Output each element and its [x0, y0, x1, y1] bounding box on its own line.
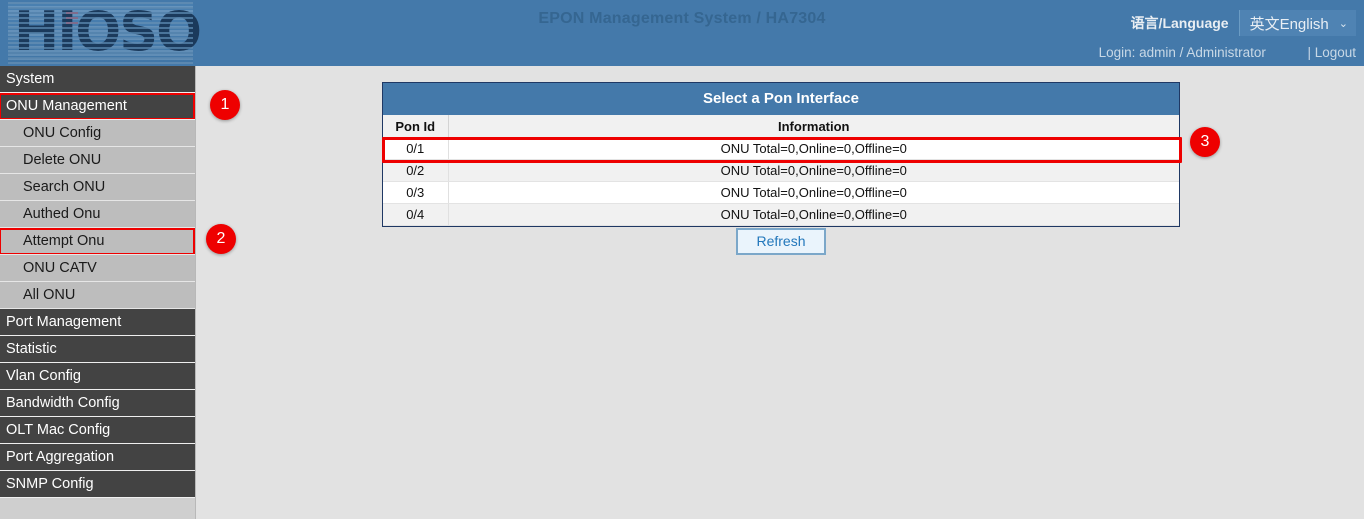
sidebar-item-label: ONU Config	[23, 125, 101, 141]
sidebar-item-label: Statistic	[6, 341, 57, 357]
app-header: HIOSO EPON Management System / HA7304 语言…	[0, 0, 1364, 66]
chevron-down-icon: ⌄	[1339, 17, 1348, 30]
sidebar-item-port-management[interactable]: Port Management	[0, 309, 195, 336]
login-status-bar: Login: admin / Administrator | Logout	[0, 40, 1364, 66]
column-header-pon-id: Pon Id	[383, 115, 448, 138]
sidebar-item-label: ONU Management	[6, 98, 127, 114]
cell-pon-id[interactable]: 0/4	[383, 204, 448, 226]
annotation-badge-3: 3	[1190, 127, 1220, 157]
sidebar-item-label: All ONU	[23, 287, 75, 303]
sidebar-item-vlan-config[interactable]: Vlan Config	[0, 363, 195, 390]
sidebar-item-statistic[interactable]: Statistic	[0, 336, 195, 363]
sidebar-item-label: Port Aggregation	[6, 449, 114, 465]
language-selected-value: 英文English	[1250, 13, 1329, 34]
pon-interface-table: Pon Id Information 0/1ONU Total=0,Online…	[383, 115, 1179, 226]
sidebar-item-label: Attempt Onu	[23, 233, 104, 249]
language-switcher: 语言/Language 英文English ⌄	[1131, 10, 1356, 36]
table-row[interactable]: 0/1ONU Total=0,Online=0,Offline=0	[383, 138, 1179, 160]
column-header-information: Information	[448, 115, 1179, 138]
refresh-button[interactable]: Refresh	[736, 228, 825, 255]
logout-link[interactable]: | Logout	[1307, 45, 1356, 60]
sidebar-item-label: ONU CATV	[23, 260, 97, 276]
annotation-badge-2: 2	[206, 224, 236, 254]
sidebar-item-label: System	[6, 71, 54, 87]
sidebar-item-label: OLT Mac Config	[6, 422, 110, 438]
cell-information: ONU Total=0,Online=0,Offline=0	[448, 138, 1179, 160]
sidebar-item-label: Authed Onu	[23, 206, 100, 222]
table-row[interactable]: 0/4ONU Total=0,Online=0,Offline=0	[383, 204, 1179, 226]
sidebar-item-snmp-config[interactable]: SNMP Config	[0, 471, 195, 498]
sidebar-item-label: Port Management	[6, 314, 121, 330]
sidebar-item-onu-config[interactable]: ONU Config	[0, 120, 195, 147]
sidebar-item-label: SNMP Config	[6, 476, 94, 492]
sidebar-item-label: Vlan Config	[6, 368, 81, 384]
sidebar-item-search-onu[interactable]: Search ONU	[0, 174, 195, 201]
sidebar-item-system[interactable]: System	[0, 66, 195, 93]
table-row[interactable]: 0/2ONU Total=0,Online=0,Offline=0	[383, 160, 1179, 182]
cell-pon-id[interactable]: 0/2	[383, 160, 448, 182]
sidebar-item-onu-catv[interactable]: ONU CATV	[0, 255, 195, 282]
sidebar-item-bandwidth-config[interactable]: Bandwidth Config	[0, 390, 195, 417]
refresh-button-container: Refresh	[382, 228, 1180, 255]
sidebar-item-all-onu[interactable]: All ONU	[0, 282, 195, 309]
main-content: Select a Pon Interface Pon Id Informatio…	[197, 66, 1364, 519]
language-select[interactable]: 英文English ⌄	[1239, 10, 1356, 36]
sidebar-item-delete-onu[interactable]: Delete ONU	[0, 147, 195, 174]
sidebar-item-olt-mac-config[interactable]: OLT Mac Config	[0, 417, 195, 444]
sidebar-item-onu-management[interactable]: ONU Management	[0, 93, 195, 120]
cell-pon-id[interactable]: 0/3	[383, 182, 448, 204]
sidebar-nav: System ONU Management ONU Config Delete ONU…	[0, 66, 196, 519]
annotation-badge-1: 1	[210, 90, 240, 120]
language-label: 语言/Language	[1131, 13, 1229, 33]
table-header-row: Pon Id Information	[383, 115, 1179, 138]
pon-interface-panel: Select a Pon Interface Pon Id Informatio…	[382, 82, 1180, 227]
sidebar-item-port-aggregation[interactable]: Port Aggregation	[0, 444, 195, 471]
cell-pon-id[interactable]: 0/1	[383, 138, 448, 160]
sidebar-item-label: Search ONU	[23, 179, 105, 195]
cell-information: ONU Total=0,Online=0,Offline=0	[448, 160, 1179, 182]
cell-information: ONU Total=0,Online=0,Offline=0	[448, 204, 1179, 226]
panel-title: Select a Pon Interface	[383, 83, 1179, 115]
sidebar-item-attempt-onu[interactable]: Attempt Onu	[0, 228, 195, 255]
sidebar-item-label: Delete ONU	[23, 152, 101, 168]
cell-information: ONU Total=0,Online=0,Offline=0	[448, 182, 1179, 204]
sidebar-item-authed-onu[interactable]: Authed Onu	[0, 201, 195, 228]
table-row[interactable]: 0/3ONU Total=0,Online=0,Offline=0	[383, 182, 1179, 204]
login-user-text: Login: admin / Administrator	[1099, 45, 1266, 60]
sidebar-item-label: Bandwidth Config	[6, 395, 120, 411]
